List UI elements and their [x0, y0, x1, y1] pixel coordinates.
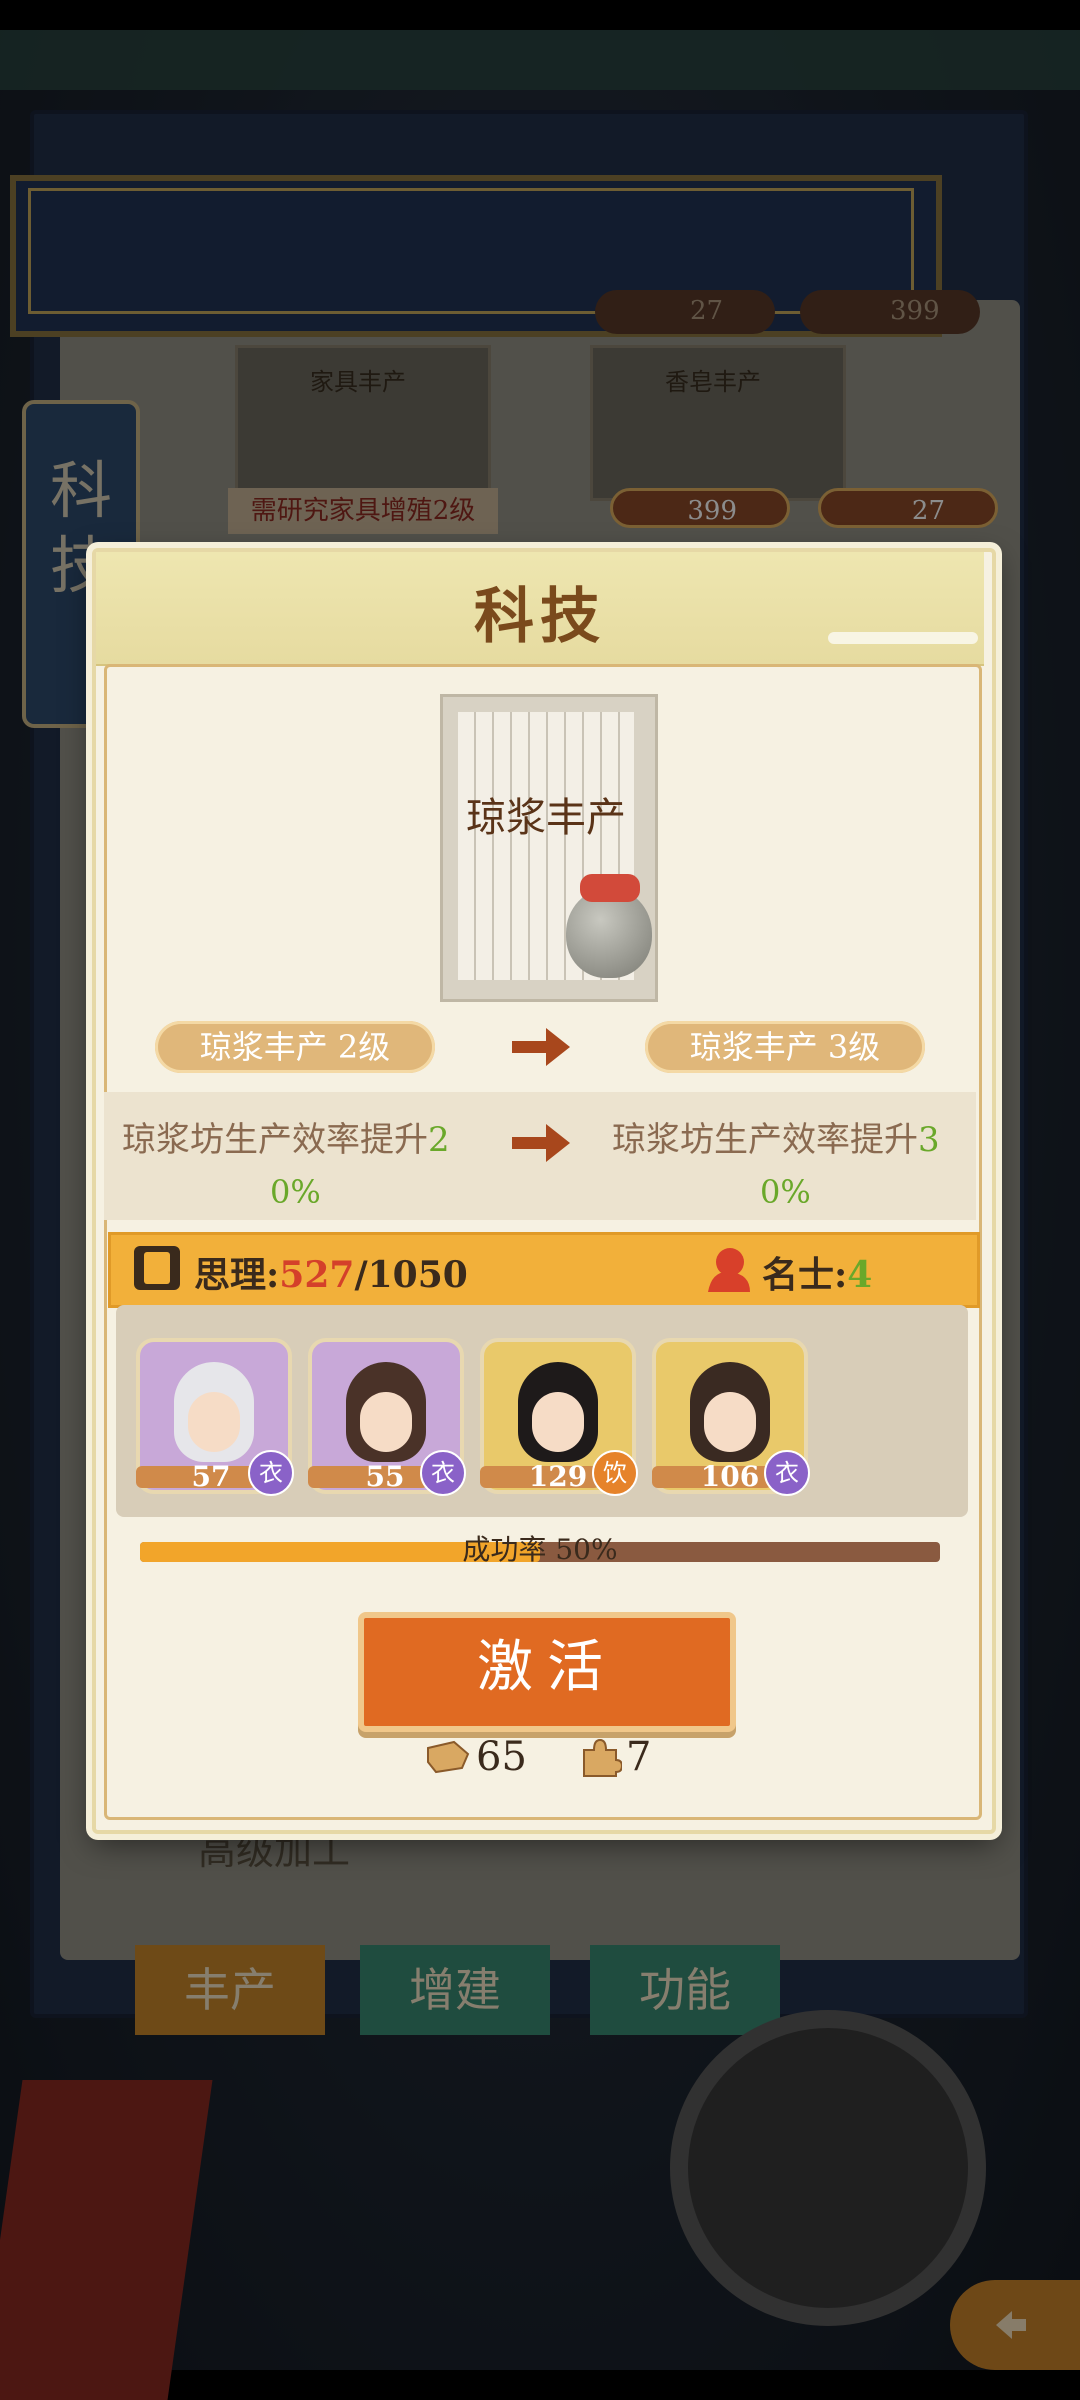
dialog-title: 科技 [474, 582, 606, 652]
advisor-level: 129 [528, 1460, 588, 1493]
activate-label: 激活 [477, 1635, 617, 1700]
tech-card-name: 琼浆丰产 [466, 795, 626, 841]
success-rate-label: 成功率 50% [462, 1533, 618, 1566]
wine-jar-cap [580, 874, 640, 902]
advisor-type-badge: 衣 [764, 1450, 810, 1496]
next-effect: 琼浆坊生产效率提升3 [612, 1114, 940, 1166]
scholar-icon [708, 1248, 750, 1292]
thinking-label: 思理: [194, 1254, 280, 1296]
cost-puzzle: 7 [626, 1734, 652, 1780]
advisor-face [188, 1392, 240, 1452]
thinking-total: /1050 [354, 1254, 468, 1296]
advisor-type-badge: 饮 [592, 1450, 638, 1496]
material-bundle-icon [427, 1740, 470, 1774]
cost-material: 65 [476, 1734, 527, 1780]
scholar-count: 4 [847, 1254, 873, 1296]
current-effect: 琼浆坊生产效率提升2 [122, 1114, 450, 1166]
puzzle-piece-icon [583, 1738, 622, 1777]
thinking-current: 527 [279, 1254, 355, 1296]
arrow-right-icon [512, 1124, 570, 1162]
thinking-counter: 思理:527/1050 [194, 1246, 468, 1298]
advisor-level: 106 [700, 1460, 760, 1493]
advisor-face [704, 1392, 756, 1452]
scholar-counter: 名士:4 [762, 1246, 872, 1298]
advisor-level: 57 [191, 1460, 231, 1493]
current-level-pill: 琼浆丰产 2级 [155, 1021, 435, 1073]
effect-value: 3 [918, 1120, 940, 1160]
advisor-type-badge: 衣 [420, 1450, 466, 1496]
effect-value-suffix: 0% [270, 1173, 321, 1211]
effect-value: 2 [428, 1120, 450, 1160]
effect-value-suffix: 0% [760, 1173, 811, 1211]
scholar-label: 名士: [762, 1254, 848, 1296]
advisor-face [532, 1392, 584, 1452]
effect-text: 琼浆坊生产效率提升 [122, 1120, 428, 1160]
book-icon [134, 1246, 180, 1290]
arrow-right-icon [512, 1028, 570, 1066]
advisor-face [360, 1392, 412, 1452]
next-level-pill: 琼浆丰产 3级 [645, 1021, 925, 1073]
effect-text: 琼浆坊生产效率提升 [612, 1120, 918, 1160]
advisor-level: 55 [365, 1460, 405, 1493]
advisor-type-badge: 衣 [248, 1450, 294, 1496]
